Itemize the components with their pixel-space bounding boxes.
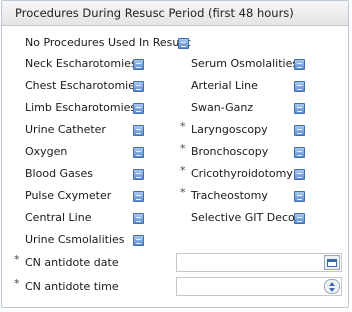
blood-gases-checkbox[interactable] [133, 169, 144, 180]
procedure-label: Blood Gases [25, 167, 94, 180]
limb-escharotomies-checkbox[interactable] [133, 103, 144, 114]
procedure-label: Tracheostomy [191, 189, 268, 202]
spinner-down-icon[interactable] [329, 288, 335, 292]
tracheostomy-checkbox[interactable] [294, 191, 305, 202]
calendar-icon[interactable] [324, 255, 340, 270]
procedure-label: Urine Csmolalities [25, 233, 125, 246]
cn-antidote-time-label: CN antidote time [25, 280, 119, 293]
cn-antidote-time-field[interactable] [176, 277, 342, 296]
procedure-label: Laryngoscopy [191, 123, 268, 136]
urine-osmolalities-checkbox[interactable] [133, 235, 144, 246]
procedure-label: Chest Escharotomies [25, 79, 141, 92]
procedure-label: Cricothyroidotomy [191, 167, 293, 180]
cn-antidote-date-label: CN antidote date [25, 256, 119, 269]
required-marker: * [14, 277, 20, 290]
laryngoscopy-checkbox[interactable] [294, 125, 305, 136]
oxygen-checkbox[interactable] [133, 147, 144, 158]
cn-antidote-date-field[interactable] [176, 253, 342, 272]
procedure-label: Selective GIT Decon [191, 211, 302, 224]
selective-git-decon-checkbox[interactable] [294, 213, 305, 224]
required-marker: * [180, 120, 186, 133]
procedure-label: Limb Escharotomies [25, 101, 137, 114]
serum-osmolalities-checkbox[interactable] [294, 59, 305, 70]
procedure-label: Oxygen [25, 145, 68, 158]
no-procedures-checkbox[interactable] [178, 38, 189, 49]
panel-title: Procedures During Resusc Period (first 4… [15, 6, 294, 20]
panel-header: Procedures During Resusc Period (first 4… [2, 1, 348, 26]
urine-catheter-checkbox[interactable] [133, 125, 144, 136]
procedure-label: Bronchoscopy [191, 145, 269, 158]
spinner-icon[interactable] [324, 279, 340, 294]
spinner-up-icon[interactable] [329, 282, 335, 286]
arterial-line-checkbox[interactable] [294, 81, 305, 92]
required-marker: * [180, 164, 186, 177]
required-marker: * [180, 186, 186, 199]
bronchoscopy-checkbox[interactable] [294, 147, 305, 158]
procedure-label: Arterial Line [191, 79, 258, 92]
neck-escharotomies-checkbox[interactable] [133, 59, 144, 70]
chest-escharotomies-checkbox[interactable] [133, 81, 144, 92]
pulse-oximeter-checkbox[interactable] [133, 191, 144, 202]
procedure-label: Serum Osmolalities [191, 57, 299, 70]
central-line-checkbox[interactable] [133, 213, 144, 224]
no-procedures-label: No Procedures Used In Resusc [25, 36, 192, 49]
procedure-label: Swan-Ganz [191, 101, 254, 114]
required-marker: * [180, 142, 186, 155]
procedure-label: Central Line [25, 211, 92, 224]
required-marker: * [14, 253, 20, 266]
procedure-label: Urine Catheter [25, 123, 106, 136]
swan-ganz-checkbox[interactable] [294, 103, 305, 114]
procedures-panel: Procedures During Resusc Period (first 4… [1, 0, 349, 308]
procedure-label: Neck Escharotomies [25, 57, 137, 70]
cricothyroidotomy-checkbox[interactable] [294, 169, 305, 180]
procedure-label: Pulse Cxymeter [25, 189, 112, 202]
